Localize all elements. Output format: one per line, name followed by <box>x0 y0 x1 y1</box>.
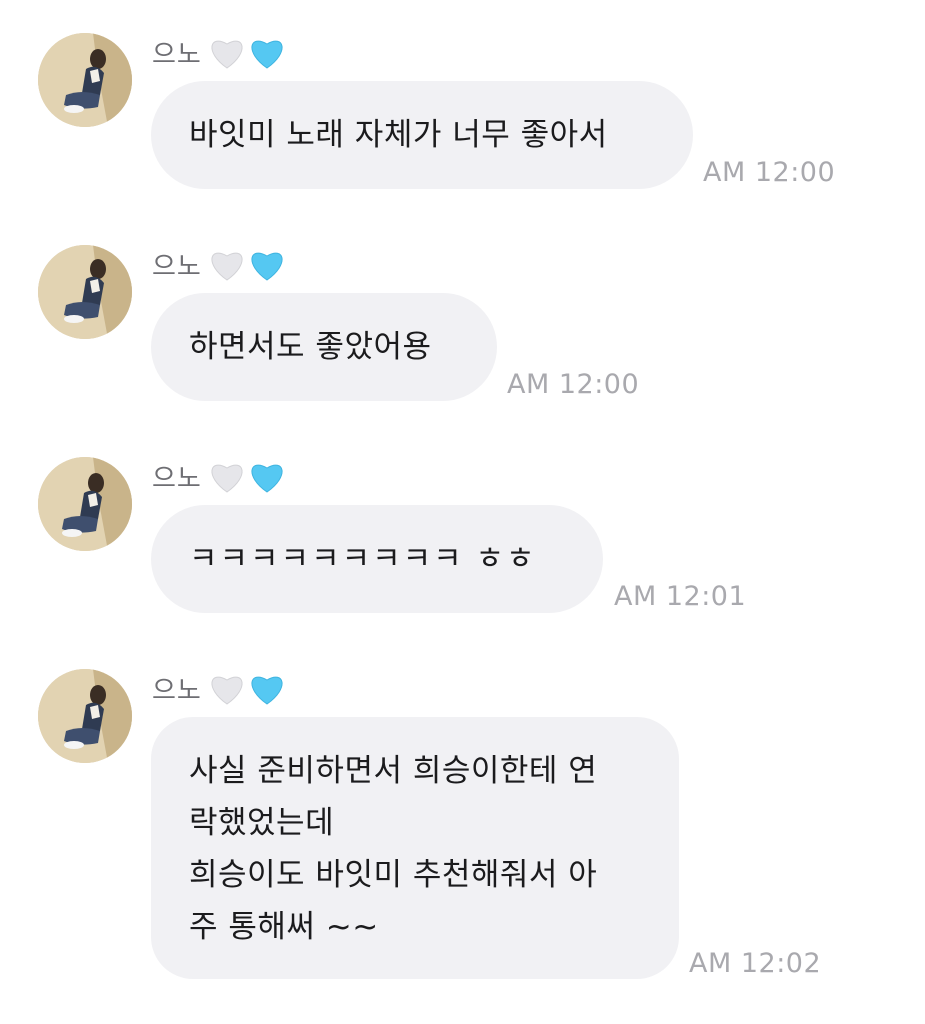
avatar[interactable] <box>38 457 132 551</box>
sender-row: 으노 <box>152 671 286 711</box>
white-heart-icon <box>208 460 246 498</box>
avatar-photo <box>38 457 132 551</box>
sender-row: 으노 <box>152 247 286 287</box>
message-bubble[interactable]: 하면서도 좋았어용 <box>151 293 497 401</box>
message-timestamp: AM 12:00 <box>703 157 836 188</box>
white-heart-icon <box>208 36 246 74</box>
white-heart-icon <box>208 672 246 710</box>
white-heart-icon <box>208 248 246 286</box>
blue-heart-icon <box>248 460 286 498</box>
message-bubble[interactable]: 사실 준비하면서 희승이한테 연 락했었는데 희승이도 바잇미 추천해줘서 아 … <box>151 717 679 979</box>
sender-name: 으노 <box>152 40 202 70</box>
message-timestamp: AM 12:00 <box>507 369 640 400</box>
message-bubble[interactable]: 바잇미 노래 자체가 너무 좋아서 <box>151 81 693 189</box>
sender-row: 으노 <box>152 459 286 499</box>
blue-heart-icon <box>248 36 286 74</box>
avatar[interactable] <box>38 33 132 127</box>
message-bubble[interactable]: ㅋㅋㅋㅋㅋㅋㅋㅋㅋ ㅎㅎ <box>151 505 603 613</box>
avatar-photo <box>38 245 132 339</box>
sender-row: 으노 <box>152 35 286 75</box>
sender-name: 으노 <box>152 252 202 282</box>
avatar[interactable] <box>38 245 132 339</box>
blue-heart-icon <box>248 672 286 710</box>
sender-name: 으노 <box>152 464 202 494</box>
blue-heart-icon <box>248 248 286 286</box>
message-timestamp: AM 12:01 <box>614 581 747 612</box>
avatar-photo <box>38 669 132 763</box>
sender-name: 으노 <box>152 676 202 706</box>
avatar-photo <box>38 33 132 127</box>
avatar[interactable] <box>38 669 132 763</box>
message-timestamp: AM 12:02 <box>689 948 822 979</box>
